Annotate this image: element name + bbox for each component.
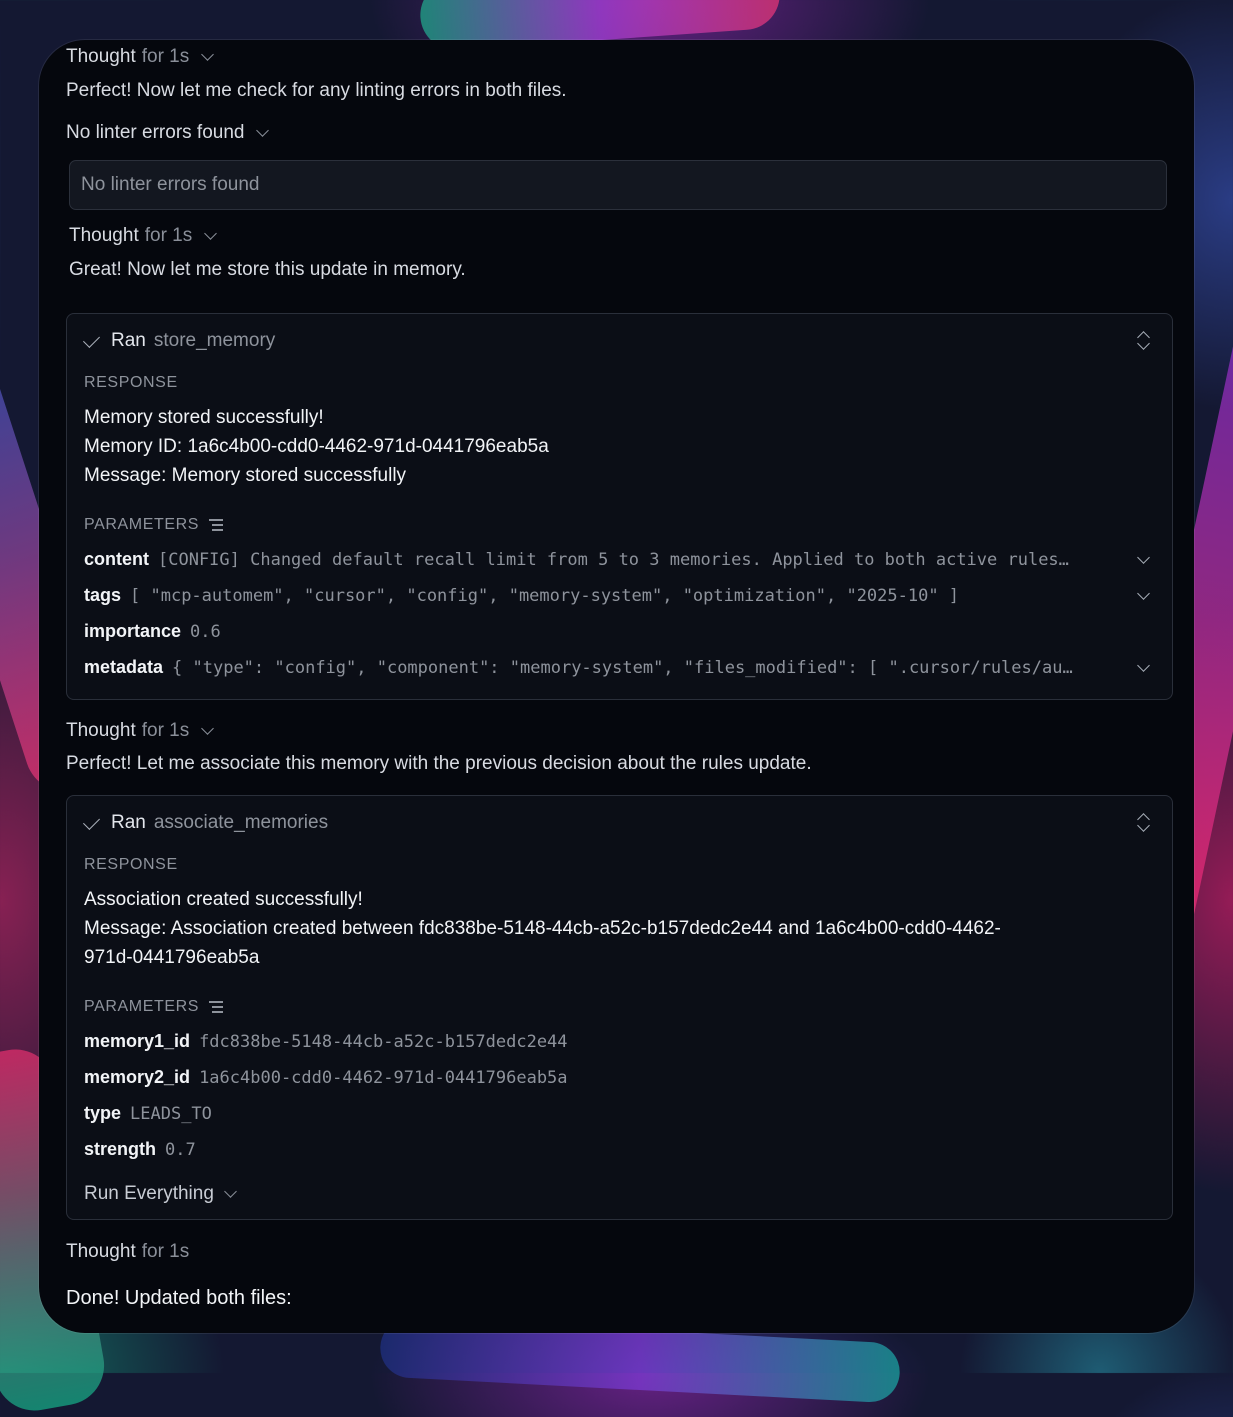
response-line: 971d-0441796eab5a	[84, 947, 260, 968]
thought-label: Thought	[66, 720, 136, 741]
thought-label: Thought	[66, 46, 136, 67]
chevron-down-icon	[201, 722, 215, 735]
list-icon	[209, 1001, 224, 1013]
thought-duration: for 1s	[141, 1241, 190, 1262]
param-value: LEADS_TO	[130, 1104, 212, 1124]
lint-toggle[interactable]: No linter errors found	[66, 122, 270, 144]
response-line: Association created successfully!	[84, 889, 363, 910]
response-line: Message: Memory stored successfully	[84, 465, 407, 486]
expand-collapse-icon[interactable]	[1136, 810, 1152, 832]
run-everything-label: Run Everything	[84, 1183, 214, 1204]
tool-name: associate_memories	[153, 812, 329, 833]
param-value: fdc838be-5148-44cb-a52c-b157dedc2e44	[199, 1032, 568, 1052]
thought-duration: for 1s	[141, 720, 190, 741]
param-value: [CONFIG] Changed default recall limit fr…	[158, 550, 1069, 570]
response-line: Memory stored successfully!	[84, 407, 324, 428]
param-key: strength	[84, 1139, 156, 1159]
param-key: content	[84, 549, 149, 569]
thought-label: Thought	[69, 225, 139, 246]
param-key: memory2_id	[84, 1067, 191, 1087]
param-value: 0.7	[165, 1140, 196, 1160]
thought-toggle[interactable]: Thought for 1s	[69, 225, 218, 247]
param-value: 0.6	[190, 622, 221, 642]
tool-name: store_memory	[153, 330, 276, 351]
param-importance: importance 0.6	[84, 621, 1134, 642]
chat-panel: Thought for 1s Perfect! Now let me check…	[39, 40, 1194, 1333]
assistant-message: Perfect! Let me associate this memory wi…	[66, 753, 812, 774]
ran-label: Ran	[111, 330, 146, 351]
response-label-text: RESPONSE	[84, 856, 178, 873]
chevron-down-icon	[256, 124, 270, 137]
param-key: importance	[84, 621, 182, 641]
param-value: [ "mcp-automem", "cursor", "config", "me…	[130, 586, 960, 606]
response-body: Memory stored successfully! Memory ID: 1…	[84, 403, 1144, 490]
param-key: tags	[84, 585, 122, 605]
lint-result-box: No linter errors found	[69, 160, 1167, 210]
param-memory2-id: memory2_id 1a6c4b00-cdd0-4462-971d-04417…	[84, 1067, 1134, 1088]
chevron-down-icon[interactable]	[1137, 551, 1150, 564]
thought-label: Thought	[66, 1241, 136, 1262]
response-body: Association created successfully! Messag…	[84, 885, 1144, 972]
tool-call-header[interactable]: Ran store_memory	[83, 330, 276, 352]
param-key: memory1_id	[84, 1031, 191, 1051]
thought-toggle[interactable]: Thought for 1s	[66, 1241, 189, 1263]
parameters-label: PARAMETERS	[84, 998, 224, 1016]
chevron-down-icon	[204, 227, 218, 240]
thought-toggle[interactable]: Thought for 1s	[66, 720, 215, 742]
check-icon	[83, 812, 100, 830]
param-key: metadata	[84, 657, 164, 677]
chevron-down-icon	[224, 1185, 237, 1198]
param-key: type	[84, 1103, 122, 1123]
response-label: RESPONSE	[84, 374, 178, 392]
response-label: RESPONSE	[84, 856, 178, 874]
check-icon	[83, 330, 100, 348]
chevron-down-icon	[201, 48, 215, 61]
run-everything-dropdown[interactable]: Run Everything	[84, 1183, 237, 1205]
assistant-message-final: Done! Updated both files:	[66, 1287, 292, 1309]
tool-call-card-store-memory: Ran store_memory RESPONSE Memory stored …	[66, 313, 1173, 700]
param-content: content [CONFIG] Changed default recall …	[84, 549, 1134, 570]
param-memory1-id: memory1_id fdc838be-5148-44cb-a52c-b157d…	[84, 1031, 1134, 1052]
chevron-down-icon[interactable]	[1137, 587, 1150, 600]
param-strength: strength 0.7	[84, 1139, 1134, 1160]
param-value: { "type": "config", "component": "memory…	[172, 658, 1073, 678]
param-type: type LEADS_TO	[84, 1103, 1134, 1124]
assistant-message: Perfect! Now let me check for any lintin…	[66, 80, 567, 101]
response-line: Memory ID: 1a6c4b00-cdd0-4462-971d-04417…	[84, 436, 549, 457]
expand-collapse-icon[interactable]	[1136, 328, 1152, 350]
param-value: 1a6c4b00-cdd0-4462-971d-0441796eab5a	[199, 1068, 568, 1088]
response-line: Message: Association created between fdc…	[84, 918, 1001, 939]
assistant-message: Great! Now let me store this update in m…	[69, 259, 466, 280]
parameters-label-text: PARAMETERS	[84, 516, 200, 533]
parameters-label: PARAMETERS	[84, 516, 224, 534]
param-metadata: metadata { "type": "config", "component"…	[84, 657, 1134, 678]
response-label-text: RESPONSE	[84, 374, 178, 391]
thought-duration: for 1s	[141, 46, 190, 67]
ran-label: Ran	[111, 812, 146, 833]
tool-call-header[interactable]: Ran associate_memories	[83, 812, 329, 834]
tool-call-card-associate-memories: Ran associate_memories RESPONSE Associat…	[66, 795, 1173, 1220]
lint-label: No linter errors found	[66, 122, 245, 143]
list-icon	[209, 519, 224, 531]
param-tags: tags [ "mcp-automem", "cursor", "config"…	[84, 585, 1134, 606]
thought-duration: for 1s	[144, 225, 193, 246]
parameters-label-text: PARAMETERS	[84, 998, 200, 1015]
chevron-down-icon[interactable]	[1137, 659, 1150, 672]
thought-toggle[interactable]: Thought for 1s	[66, 46, 215, 68]
